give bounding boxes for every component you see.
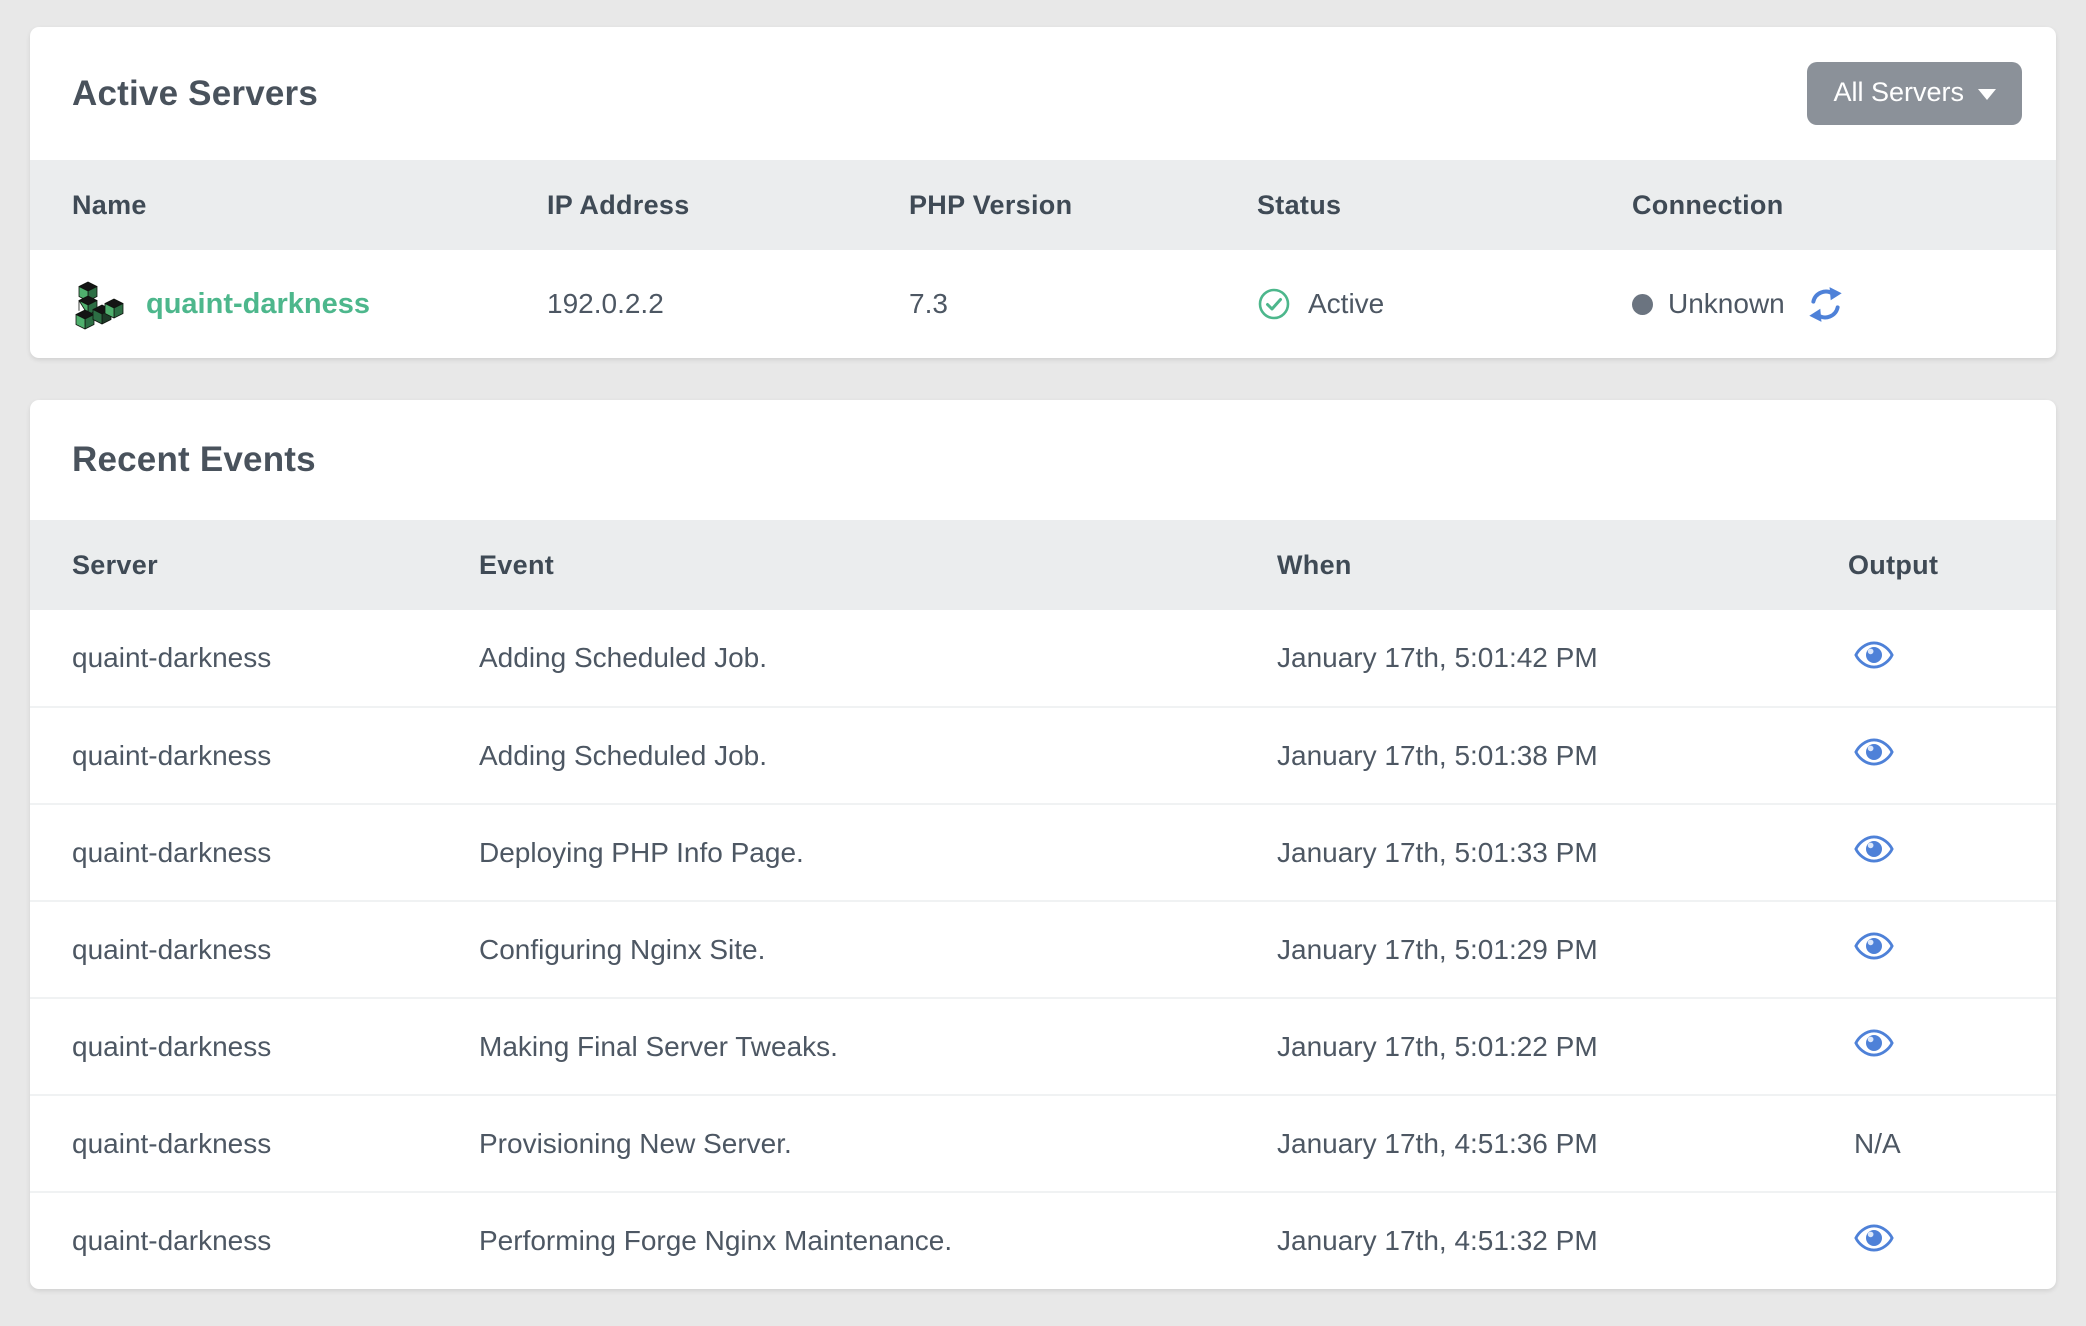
- event-timestamp: January 17th, 5:01:22 PM: [1277, 998, 1848, 1095]
- view-output-button[interactable]: [1848, 1223, 1894, 1253]
- eye-icon: [1854, 1028, 1894, 1058]
- events-table-header-row: Server Event When Output: [30, 520, 2056, 610]
- event-row: quaint-darkness Deploying PHP Info Page.…: [30, 804, 2056, 901]
- all-servers-dropdown-button[interactable]: All Servers: [1807, 62, 2022, 125]
- event-server-name: quaint-darkness: [30, 1095, 479, 1192]
- col-header-server: Server: [30, 520, 479, 610]
- event-timestamp: January 17th, 4:51:32 PM: [1277, 1192, 1848, 1289]
- eye-icon: [1854, 1223, 1894, 1253]
- event-description: Making Final Server Tweaks.: [479, 998, 1277, 1095]
- active-servers-title: Active Servers: [72, 74, 318, 114]
- server-row: quaint-darkness 192.0.2.2 7.3 Active: [30, 250, 2056, 358]
- col-header-ip-address: IP Address: [547, 160, 909, 250]
- all-servers-dropdown-label: All Servers: [1833, 77, 1964, 108]
- event-description: Provisioning New Server.: [479, 1095, 1277, 1192]
- refresh-connection-button[interactable]: [1807, 286, 1844, 323]
- event-timestamp: January 17th, 4:51:36 PM: [1277, 1095, 1848, 1192]
- dashboard-page: Active Servers All Servers Name IP Addre…: [0, 0, 2086, 1289]
- server-status-label: Active: [1308, 288, 1384, 320]
- view-output-button[interactable]: [1848, 737, 1894, 767]
- event-row: quaint-darkness Making Final Server Twea…: [30, 998, 2056, 1095]
- output-na-label: N/A: [1848, 1128, 1901, 1159]
- gray-dot-icon: [1632, 294, 1653, 315]
- eye-icon: [1854, 640, 1894, 670]
- event-server-name: quaint-darkness: [30, 998, 479, 1095]
- event-timestamp: January 17th, 5:01:33 PM: [1277, 804, 1848, 901]
- eye-icon: [1854, 834, 1894, 864]
- event-server-name: quaint-darkness: [30, 707, 479, 804]
- col-header-php-version: PHP Version: [909, 160, 1257, 250]
- caret-down-icon: [1978, 89, 1996, 100]
- col-header-name: Name: [30, 160, 547, 250]
- events-table: Server Event When Output quaint-darkness…: [30, 520, 2056, 1289]
- server-connection-label: Unknown: [1668, 288, 1785, 320]
- event-server-name: quaint-darkness: [30, 1192, 479, 1289]
- events-table-body: quaint-darkness Adding Scheduled Job. Ja…: [30, 610, 2056, 1289]
- event-description: Performing Forge Nginx Maintenance.: [479, 1192, 1277, 1289]
- active-servers-header: Active Servers All Servers: [30, 27, 2056, 160]
- server-php-version: 7.3: [909, 250, 1257, 358]
- refresh-icon: [1807, 286, 1844, 323]
- check-circle-icon: [1257, 287, 1291, 321]
- active-servers-card: Active Servers All Servers Name IP Addre…: [30, 27, 2056, 358]
- col-header-event: Event: [479, 520, 1277, 610]
- servers-table: Name IP Address PHP Version Status Conne…: [30, 160, 2056, 358]
- eye-icon: [1854, 737, 1894, 767]
- event-server-name: quaint-darkness: [30, 804, 479, 901]
- event-timestamp: January 17th, 5:01:29 PM: [1277, 901, 1848, 998]
- server-name-link[interactable]: quaint-darkness: [146, 288, 370, 321]
- event-timestamp: January 17th, 5:01:42 PM: [1277, 610, 1848, 707]
- event-row: quaint-darkness Adding Scheduled Job. Ja…: [30, 610, 2056, 707]
- servers-table-header-row: Name IP Address PHP Version Status Conne…: [30, 160, 2056, 250]
- server-ip-address: 192.0.2.2: [547, 250, 909, 358]
- recent-events-card: Recent Events Server Event When Output q…: [30, 400, 2056, 1289]
- view-output-button[interactable]: [1848, 640, 1894, 670]
- event-server-name: quaint-darkness: [30, 901, 479, 998]
- col-header-output: Output: [1848, 520, 2056, 610]
- event-row: quaint-darkness Performing Forge Nginx M…: [30, 1192, 2056, 1289]
- event-row: quaint-darkness Adding Scheduled Job. Ja…: [30, 707, 2056, 804]
- event-description: Adding Scheduled Job.: [479, 610, 1277, 707]
- eye-icon: [1854, 931, 1894, 961]
- event-server-name: quaint-darkness: [30, 610, 479, 707]
- col-header-status: Status: [1257, 160, 1632, 250]
- recent-events-header: Recent Events: [30, 400, 2056, 520]
- event-description: Deploying PHP Info Page.: [479, 804, 1277, 901]
- col-header-when: When: [1277, 520, 1848, 610]
- event-row: quaint-darkness Provisioning New Server.…: [30, 1095, 2056, 1192]
- event-timestamp: January 17th, 5:01:38 PM: [1277, 707, 1848, 804]
- event-row: quaint-darkness Configuring Nginx Site. …: [30, 901, 2056, 998]
- view-output-button[interactable]: [1848, 1028, 1894, 1058]
- event-description: Configuring Nginx Site.: [479, 901, 1277, 998]
- event-description: Adding Scheduled Job.: [479, 707, 1277, 804]
- col-header-connection: Connection: [1632, 160, 2056, 250]
- view-output-button[interactable]: [1848, 834, 1894, 864]
- view-output-button[interactable]: [1848, 931, 1894, 961]
- green-cubes-server-icon: [72, 277, 124, 331]
- recent-events-title: Recent Events: [72, 440, 316, 480]
